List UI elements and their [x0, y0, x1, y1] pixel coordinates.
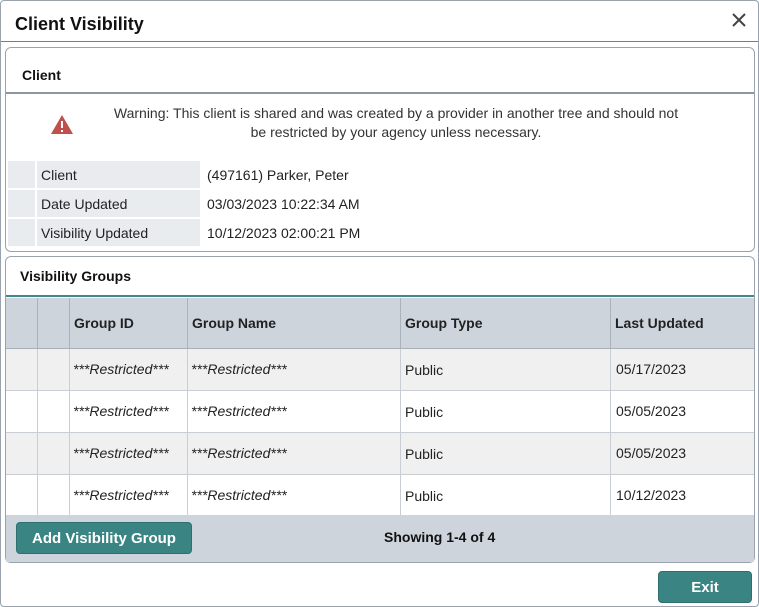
- header-select-column[interactable]: [38, 298, 70, 348]
- column-header-group-id[interactable]: Group ID: [70, 298, 188, 348]
- table-row[interactable]: ***Restricted*** ***Restricted*** Public…: [6, 349, 754, 391]
- table-row[interactable]: ***Restricted*** ***Restricted*** Public…: [6, 475, 754, 517]
- row-select-cell[interactable]: [38, 391, 70, 432]
- cell-group-name: ***Restricted***: [188, 349, 401, 390]
- row-stub: [6, 433, 38, 474]
- cell-group-type: Public: [401, 433, 611, 474]
- exit-button[interactable]: Exit: [658, 571, 752, 603]
- cell-group-type: Public: [401, 475, 611, 516]
- info-label: Client: [37, 161, 200, 188]
- info-value: (497161) Parker, Peter: [207, 167, 349, 183]
- info-value: 10/12/2023 02:00:21 PM: [207, 225, 361, 241]
- table-row[interactable]: ***Restricted*** ***Restricted*** Public…: [6, 433, 754, 475]
- cell-group-id: ***Restricted***: [70, 349, 188, 390]
- column-header-last-updated[interactable]: Last Updated: [611, 298, 754, 348]
- warning-triangle-icon: [50, 114, 74, 140]
- row-select-cell[interactable]: [38, 475, 70, 516]
- visibility-groups-title: Visibility Groups: [6, 257, 754, 297]
- visibility-groups-table: Group ID Group Name Group Type Last Upda…: [6, 298, 754, 517]
- cell-group-name: ***Restricted***: [188, 475, 401, 516]
- client-visibility-dialog: Client Visibility Client Warning: This c…: [0, 0, 759, 607]
- row-select-cell[interactable]: [38, 433, 70, 474]
- row-select-cell[interactable]: [38, 349, 70, 390]
- table-row[interactable]: ***Restricted*** ***Restricted*** Public…: [6, 391, 754, 433]
- dialog-titlebar: Client Visibility: [1, 1, 758, 42]
- info-value: 03/03/2023 10:22:34 AM: [207, 196, 360, 212]
- add-visibility-group-button[interactable]: Add Visibility Group: [16, 522, 192, 554]
- column-header-group-name[interactable]: Group Name: [188, 298, 401, 348]
- cell-group-type: Public: [401, 349, 611, 390]
- cell-group-type: Public: [401, 391, 611, 432]
- cell-group-name: ***Restricted***: [188, 433, 401, 474]
- cell-last-updated: 05/17/2023: [616, 361, 687, 377]
- cell-last-updated: 05/05/2023: [616, 403, 687, 419]
- row-stub: [6, 475, 38, 516]
- cell-group-id: ***Restricted***: [70, 391, 188, 432]
- close-icon[interactable]: [728, 9, 750, 31]
- header-stub: [6, 298, 38, 348]
- dialog-title: Client Visibility: [15, 14, 144, 34]
- cell-last-updated: 10/12/2023: [616, 487, 687, 503]
- info-label: Visibility Updated: [37, 219, 200, 246]
- client-panel: Client Warning: This client is shared an…: [5, 47, 755, 252]
- table-footer: Add Visibility Group Showing 1-4 of 4: [6, 515, 754, 562]
- pagination-status: Showing 1-4 of 4: [384, 529, 496, 545]
- info-label: Date Updated: [37, 190, 200, 217]
- client-panel-title: Client: [6, 48, 754, 94]
- visibility-groups-panel: Visibility Groups Group ID Group Name Gr…: [5, 256, 755, 563]
- row-stub: [6, 391, 38, 432]
- cell-group-name: ***Restricted***: [188, 391, 401, 432]
- warning-line-2: be restricted by your agency unless nece…: [250, 124, 542, 140]
- row-stub: [8, 190, 35, 217]
- column-header-group-type[interactable]: Group Type: [401, 298, 611, 348]
- warning-text: Warning: This client is shared and was c…: [76, 104, 716, 142]
- row-stub: [8, 161, 35, 188]
- row-stub: [6, 349, 38, 390]
- row-stub: [8, 219, 35, 246]
- cell-last-updated: 05/05/2023: [616, 445, 687, 461]
- warning-line-1: Warning: This client is shared and was c…: [113, 105, 679, 121]
- table-header: Group ID Group Name Group Type Last Upda…: [6, 298, 754, 349]
- cell-group-id: ***Restricted***: [70, 475, 188, 516]
- cell-group-id: ***Restricted***: [70, 433, 188, 474]
